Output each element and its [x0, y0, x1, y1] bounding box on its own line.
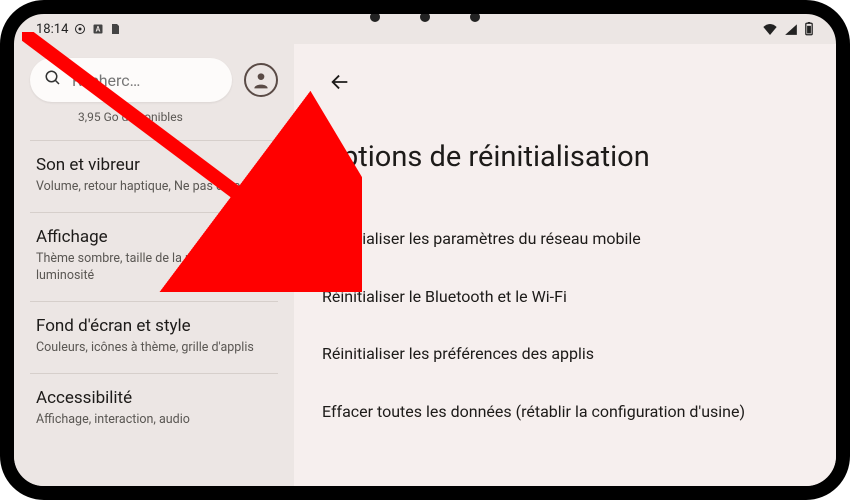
main-panel: Options de réinitialisation Réinitialise…: [294, 44, 836, 486]
divider: [30, 301, 278, 302]
menu-title: Son et vibreur: [36, 155, 272, 175]
search-icon: [44, 69, 62, 91]
settings-sidebar: 3,95 Go disponibles Son et vibreur Volum…: [14, 44, 294, 486]
tablet-frame: 18:14 A: [0, 0, 850, 500]
reset-option-mobile-network[interactable]: Réinitialiser les paramètres du réseau m…: [322, 216, 808, 262]
reset-option-bluetooth-wifi[interactable]: Réinitialiser le Bluetooth et le Wi-Fi: [322, 274, 808, 320]
search-input[interactable]: [30, 58, 232, 102]
menu-subtitle: Affichage, interaction, audio: [36, 412, 272, 429]
sidebar-item-sound[interactable]: Son et vibreur Volume, retour haptique, …: [30, 143, 278, 210]
menu-title: Fond d'écran et style: [36, 316, 272, 336]
sidebar-item-wallpaper[interactable]: Fond d'écran et style Couleurs, icônes à…: [30, 304, 278, 371]
wifi-icon: [762, 23, 778, 35]
svg-text:A: A: [96, 26, 101, 34]
menu-subtitle: Thème sombre, taille de la police, lumin…: [36, 251, 272, 285]
reset-option-app-preferences[interactable]: Réinitialiser les préférences des applis: [322, 331, 808, 377]
menu-subtitle: Couleurs, icônes à thème, grille d'appli…: [36, 340, 272, 357]
person-icon: [251, 70, 271, 90]
signal-icon: [784, 23, 798, 35]
storage-available: 3,95 Go disponibles: [78, 110, 278, 124]
sim-status-icon: [110, 23, 120, 35]
sidebar-item-display[interactable]: Affichage Thème sombre, taille de la pol…: [30, 215, 278, 299]
reset-option-factory[interactable]: Effacer toutes les données (rétablir la …: [322, 389, 808, 435]
menu-title: Accessibilité: [36, 388, 272, 408]
divider: [30, 140, 278, 141]
profile-avatar[interactable]: [244, 63, 278, 97]
back-button[interactable]: [322, 64, 358, 100]
menu-subtitle: Volume, retour haptique, Ne pas déranger: [36, 179, 272, 196]
battery-icon: [804, 22, 814, 36]
divider: [30, 373, 278, 374]
square-a-status-icon: A: [92, 23, 104, 35]
divider: [30, 212, 278, 213]
arrow-left-icon: [329, 71, 351, 93]
status-bar: 18:14 A: [14, 14, 836, 44]
status-time: 18:14: [36, 22, 68, 37]
settings-status-icon: [74, 23, 86, 35]
page-title: Options de réinitialisation: [322, 140, 808, 174]
menu-title: Affichage: [36, 227, 272, 247]
sidebar-item-accessibility[interactable]: Accessibilité Affichage, interaction, au…: [30, 376, 278, 443]
search-field[interactable]: [72, 71, 218, 90]
